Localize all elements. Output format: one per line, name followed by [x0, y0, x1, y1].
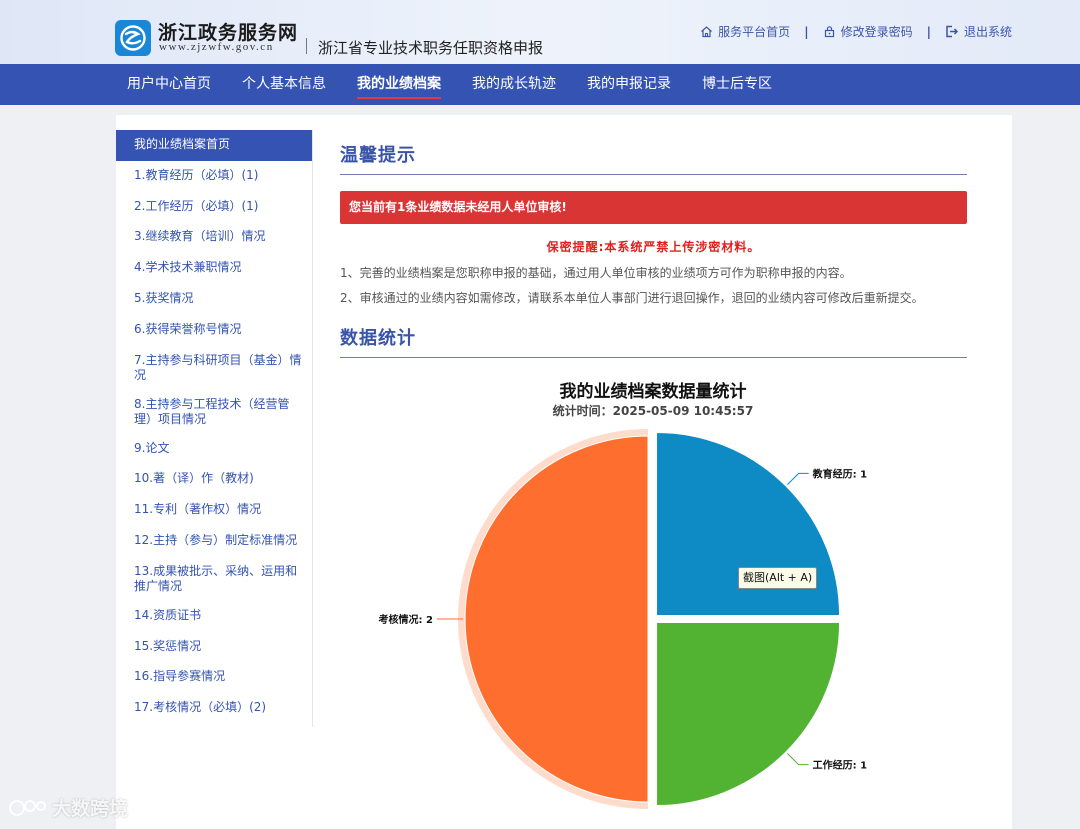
nav-postdoc-zone[interactable]: 博士后专区 — [690, 64, 784, 105]
lock-icon — [824, 26, 834, 38]
sidebar-item-patents[interactable]: 11.专利（著作权）情况 — [116, 495, 313, 526]
service-home-label: 服务平台首页 — [718, 25, 791, 39]
pie-slice-1-label: 工作经历: 1 — [813, 759, 867, 772]
sidebar-item-assessment[interactable]: 17.考核情况（必填）(2) — [116, 693, 313, 724]
home-icon — [701, 26, 713, 38]
logout-icon — [946, 25, 959, 38]
nav-application-records[interactable]: 我的申报记录 — [575, 64, 683, 105]
pie-slice-0-label: 教育经历: 1 — [812, 467, 867, 480]
sidebar-item-rewards-punishments[interactable]: 15.奖惩情况 — [116, 632, 313, 663]
sidebar-item-honors[interactable]: 6.获得荣誉称号情况 — [116, 315, 313, 346]
service-home-link[interactable]: 服务平台首页 — [700, 23, 790, 40]
screenshot-tooltip: 截图(Alt + A) — [738, 567, 818, 589]
nav-growth-track[interactable]: 我的成长轨迹 — [460, 64, 568, 105]
sidebar-item-certificates[interactable]: 14.资质证书 — [116, 601, 313, 632]
nav-personal-info[interactable]: 个人基本信息 — [230, 64, 338, 105]
pie-slice-2-label: 考核情况: 2 — [379, 613, 433, 626]
sidebar-item-awards[interactable]: 5.获奖情况 — [116, 284, 313, 315]
sidebar-item-adoption[interactable]: 13.成果被批示、采纳、运用和推广情况 — [116, 557, 313, 601]
chart-title: 我的业绩档案数据量统计 — [560, 381, 747, 402]
sidebar-item-research[interactable]: 7.主持参与科研项目（基金）情况 — [116, 346, 313, 390]
sidebar-item-papers[interactable]: 9.论文 — [116, 434, 313, 465]
chart-subtitle: 统计时间：2025-05-09 10:45:57 — [553, 403, 754, 418]
sidebar-item-archive-home[interactable]: 我的业绩档案首页 — [116, 130, 313, 161]
change-password-label: 修改登录密码 — [840, 25, 913, 39]
header-divider — [306, 38, 307, 54]
logout-label: 退出系统 — [963, 25, 1012, 39]
pie-slice-1-connector — [786, 752, 809, 766]
sidebar-item-books[interactable]: 10.著（译）作（教材) — [116, 464, 313, 495]
pie-slice-0-connector — [786, 472, 809, 486]
watermark: 大数跨境 — [8, 794, 128, 821]
sidebar-item-training[interactable]: 3.继续教育（培训）情况 — [116, 222, 313, 253]
pie-slice-1[interactable] — [656, 622, 841, 807]
site-url: www.zjzwfw.gov.cn — [159, 41, 274, 53]
archive-sidebar: 我的业绩档案首页 1.教育经历（必填）(1) 2.工作经历（必填）(1) 3.继… — [116, 130, 313, 724]
top-links: 服务平台首页 | 修改登录密码 | 退出系统 — [700, 23, 1012, 40]
watermark-text: 大数跨境 — [52, 798, 129, 820]
pie-chart: 我的业绩档案数据量统计 统计时间：2025-05-09 10:45:57 教育经… — [379, 381, 867, 809]
main-nav: 用户中心首页 个人基本信息 我的业绩档案 我的成长轨迹 我的申报记录 博士后专区 — [0, 64, 1080, 105]
pie-slice-2[interactable] — [464, 435, 649, 803]
link-separator: | — [804, 24, 809, 39]
logo-icon — [120, 25, 146, 51]
link-separator: | — [926, 24, 931, 39]
nav-user-center[interactable]: 用户中心首页 — [115, 64, 223, 105]
sidebar-item-competition[interactable]: 16.指导参赛情况 — [116, 662, 313, 693]
sidebar-item-standards[interactable]: 12.主持（参与）制定标准情况 — [116, 526, 313, 557]
watermark-logo-icon — [9, 799, 46, 816]
site-logo[interactable] — [115, 20, 151, 56]
logout-link[interactable]: 退出系统 — [945, 23, 1012, 40]
sidebar-item-academic-post[interactable]: 4.学术技术兼职情况 — [116, 253, 313, 284]
nav-performance-archive[interactable]: 我的业绩档案 — [345, 64, 453, 105]
site-subtitle: 浙江省专业技术职务任职资格申报 — [318, 39, 544, 57]
site-header: 浙江政务服务网 www.zjzwfw.gov.cn 浙江省专业技术职务任职资格申… — [0, 0, 1080, 64]
change-password-link[interactable]: 修改登录密码 — [823, 23, 913, 40]
sidebar-item-engineering[interactable]: 8.主持参与工程技术（经营管理）项目情况 — [116, 390, 313, 434]
content-panel: 我的业绩档案首页 1.教育经历（必填）(1) 2.工作经历（必填）(1) 3.继… — [116, 115, 1012, 829]
sidebar-item-education[interactable]: 1.教育经历（必填）(1) — [116, 161, 313, 192]
sidebar-divider — [312, 130, 313, 727]
sidebar-item-work[interactable]: 2.工作经历（必填）(1) — [116, 192, 313, 223]
